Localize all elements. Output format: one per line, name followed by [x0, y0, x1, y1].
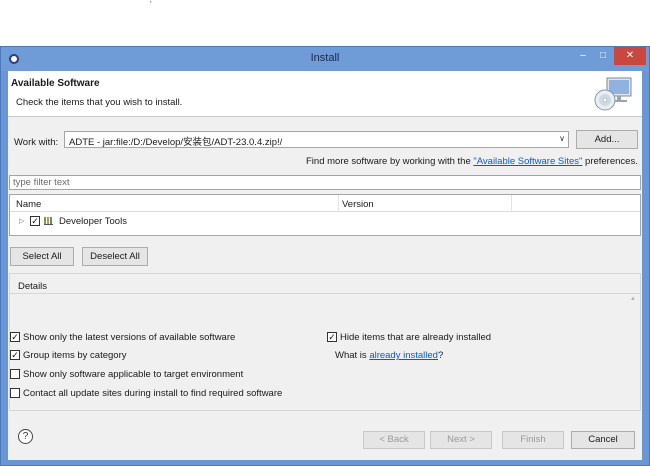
page-title: Available Software	[11, 78, 100, 89]
minimize-button[interactable]: –	[574, 47, 592, 65]
details-divider	[10, 293, 640, 294]
tree-header: Name Version	[10, 195, 640, 212]
contact-all-sites-label[interactable]: Contact all update sites during install …	[23, 388, 282, 399]
filter-input[interactable]: type filter text	[9, 175, 641, 190]
window-title: Install	[310, 52, 340, 64]
scroll-up-arrow-icon[interactable]: ▲	[630, 296, 636, 302]
title-bar[interactable]: Install – □ ✕	[1, 47, 649, 71]
chevron-down-icon[interactable]: ∨	[559, 134, 565, 143]
what-is-prefix: What is	[335, 350, 370, 361]
dialog-content: Available Software Check the items that …	[8, 71, 642, 460]
package-group-icon	[44, 217, 53, 225]
tree-item-label: Developer Tools	[59, 216, 127, 227]
find-more-prefix: Find more software by working with the	[306, 156, 474, 167]
deselect-all-button[interactable]: Deselect All	[82, 247, 148, 266]
next-button[interactable]: Next >	[430, 431, 492, 449]
finish-button[interactable]: Finish	[502, 431, 564, 449]
show-latest-checkbox[interactable]: ✓	[10, 332, 20, 342]
expand-arrow-icon[interactable]: ▷	[19, 217, 24, 225]
details-legend: Details	[18, 281, 48, 292]
maximize-button[interactable]: □	[594, 47, 612, 65]
wizard-banner: Available Software Check the items that …	[8, 71, 642, 117]
available-software-sites-link[interactable]: "Available Software Sites"	[473, 156, 582, 167]
show-latest-label[interactable]: Show only the latest versions of availab…	[23, 332, 235, 343]
cancel-button[interactable]: Cancel	[571, 431, 635, 449]
column-name-header[interactable]: Name	[16, 199, 41, 210]
work-with-combo[interactable]: ADTE - jar:file:/D:/Develop/安装包/ADT-23.0…	[64, 131, 569, 148]
target-environment-checkbox[interactable]	[10, 369, 20, 379]
what-is-installed-text: What is already installed?	[335, 350, 443, 361]
hide-installed-checkbox[interactable]: ✓	[327, 332, 337, 342]
column-divider	[338, 195, 339, 212]
add-button[interactable]: Add...	[576, 130, 638, 149]
developer-tools-checkbox[interactable]: ✓	[30, 216, 40, 226]
tree-row[interactable]: ▷ ✓ Developer Tools	[10, 214, 640, 230]
install-window: Install – □ ✕ Available Software Check t…	[0, 46, 650, 466]
contact-all-sites-checkbox[interactable]	[10, 388, 20, 398]
column-version-header[interactable]: Version	[342, 199, 374, 210]
footer-divider	[8, 414, 642, 415]
group-by-category-label[interactable]: Group items by category	[23, 350, 127, 361]
work-with-label: Work with:	[14, 137, 59, 148]
column-divider	[511, 195, 512, 212]
page-description: Check the items that you wish to install…	[16, 97, 183, 108]
find-more-text: Find more software by working with the "…	[306, 156, 638, 167]
find-more-suffix: preferences.	[582, 156, 638, 167]
install-monitor-cd-icon	[594, 77, 632, 111]
group-by-category-checkbox[interactable]: ✓	[10, 350, 20, 360]
work-with-value: ADTE - jar:file:/D:/Develop/安装包/ADT-23.0…	[69, 137, 283, 148]
target-environment-label[interactable]: Show only software applicable to target …	[23, 369, 243, 380]
back-button[interactable]: < Back	[363, 431, 425, 449]
what-is-suffix: ?	[437, 350, 444, 361]
already-installed-link[interactable]: already installed	[369, 350, 438, 361]
close-button[interactable]: ✕	[614, 47, 646, 65]
select-all-button[interactable]: Select All	[10, 247, 74, 266]
hide-installed-label[interactable]: Hide items that are already installed	[340, 332, 491, 343]
top-mark: '	[150, 0, 152, 9]
help-icon[interactable]: ?	[18, 429, 33, 444]
software-tree[interactable]: Name Version ▷ ✓ Developer Tools	[9, 194, 641, 236]
filter-placeholder: type filter text	[13, 177, 70, 188]
